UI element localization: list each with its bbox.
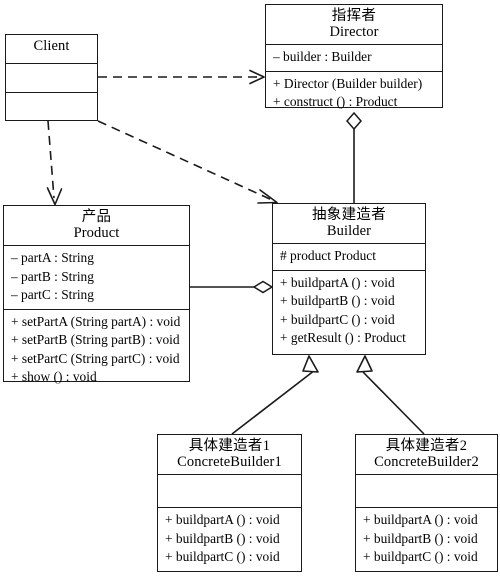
operation-row: + setPartC (String partC) : void [11,350,180,366]
class-name-en-concrete-builder-1: ConcreteBuilder1 [177,454,282,471]
hollow-diamond-icon [252,280,274,294]
attribute-row: – builder : Builder [273,49,372,65]
attribute-row: – partA : String [11,250,94,266]
class-name-cn-director: 指挥者 [331,8,377,24]
attribute-row: # product Product [280,248,376,264]
class-title-client: Client [6,35,97,64]
operation-row: + buildpartB () : void [363,530,478,546]
class-box-product[interactable]: 产品 Product – partA : String – partB : St… [3,205,190,384]
class-box-concrete-builder-1[interactable]: 具体建造者1 ConcreteBuilder1 + buildpartA () … [157,434,302,572]
operation-row: + setPartA (String partA) : void [11,313,181,329]
class-attributes-client [6,64,97,93]
hollow-triangle-icon [302,355,319,373]
class-name-en-director: Director [329,24,379,41]
operation-row: + Director (Builder builder) [273,75,423,91]
open-arrow-head-icon [257,189,278,204]
class-attributes-product: – partA : String – partB : String – part… [4,246,189,310]
operation-row: + construct () : Product [273,94,398,110]
relation-cb2-builder [356,355,425,435]
relation-director-builder [346,111,362,203]
class-box-director[interactable]: 指挥者 Director – builder : Builder + Direc… [265,4,443,109]
open-arrow-head-icon [249,69,265,85]
operation-row: + buildpartC () : void [165,549,280,565]
operation-row: + buildpartA () : void [165,512,280,528]
class-name-cn-concrete-builder-1: 具体建造者1 [188,438,271,454]
class-attributes-director: – builder : Builder [266,45,442,72]
attribute-row: – partC : String [11,287,94,303]
uml-class-diagram: Client 指挥者 Director – builder : Builder … [0,0,500,576]
generalization-line [362,371,425,435]
relation-client-director [98,69,265,85]
class-name-cn-concrete-builder-2: 具体建造者2 [385,438,468,454]
class-attributes-concrete-builder-2 [356,475,497,509]
relation-client-builder [97,120,278,204]
class-title-builder: 抽象建造者 Builder [273,204,425,245]
class-box-builder[interactable]: 抽象建造者 Builder # product Product + buildp… [272,203,426,355]
operation-row: + buildpartB () : void [165,530,280,546]
class-name-en-concrete-builder-2: ConcreteBuilder2 [374,454,479,471]
dependency-line [47,120,55,199]
class-title-concrete-builder-2: 具体建造者2 ConcreteBuilder2 [356,435,497,476]
operation-row: + buildpartA () : void [280,274,395,290]
class-operations-builder: + buildpartA () : void + buildpartB () :… [273,271,425,352]
class-operations-concrete-builder-1: + buildpartA () : void + buildpartB () :… [158,508,301,571]
class-name-client: Client [33,38,70,54]
open-arrow-head-icon [46,187,63,206]
operation-row: + buildpartC () : void [363,549,478,565]
class-name-cn-builder: 抽象建造者 [312,207,386,223]
operation-row: + buildpartC () : void [280,311,395,327]
operation-row: + buildpartB () : void [280,293,395,309]
relation-cb1-builder [231,355,319,435]
class-name-en-builder: Builder [326,223,372,240]
class-attributes-concrete-builder-1 [158,475,301,509]
relation-builder-product [190,280,274,294]
class-box-client[interactable]: Client [5,34,98,121]
class-name-en-product: Product [73,225,120,242]
class-name-cn-product: 产品 [81,209,112,225]
class-title-director: 指挥者 Director [266,5,442,46]
generalization-line [231,371,313,435]
class-operations-client [6,93,97,120]
relation-client-product [46,120,63,206]
class-operations-director: + Director (Builder builder) + construct… [266,72,442,116]
class-title-concrete-builder-1: 具体建造者1 ConcreteBuilder1 [158,435,301,476]
class-title-product: 产品 Product [4,206,189,247]
operation-row: + getResult () : Product [280,330,406,346]
attribute-row: – partB : String [11,268,94,284]
class-operations-concrete-builder-2: + buildpartA () : void + buildpartB () :… [356,508,497,571]
hollow-triangle-icon [356,355,373,373]
operation-row: + buildpartA () : void [363,512,478,528]
class-attributes-builder: # product Product [273,244,425,271]
operation-row: + show () : void [11,369,97,385]
class-operations-product: + setPartA (String partA) : void + setPa… [4,310,189,391]
class-box-concrete-builder-2[interactable]: 具体建造者2 ConcreteBuilder2 + buildpartA () … [355,434,498,572]
operation-row: + setPartB (String partB) : void [11,332,180,348]
dependency-line [97,120,273,201]
